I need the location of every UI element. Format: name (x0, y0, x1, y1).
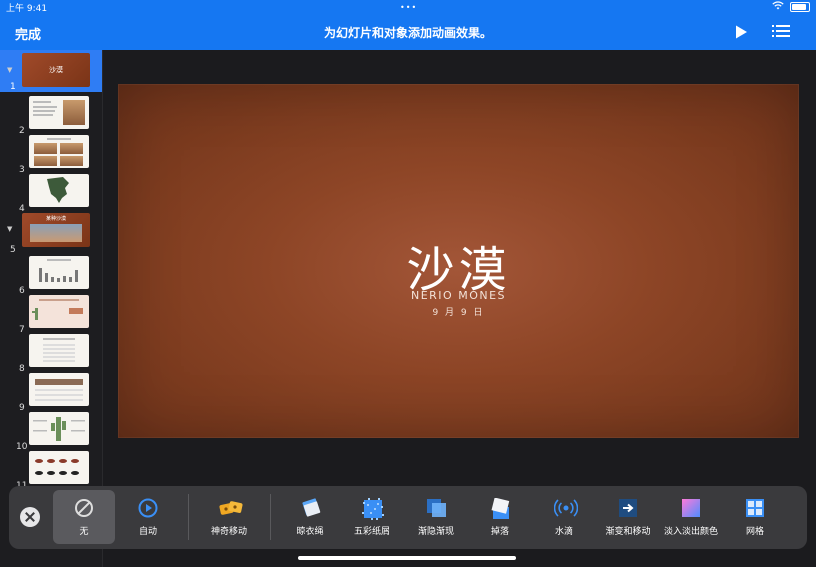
animation-confetti[interactable]: 五彩纸屑 (341, 490, 403, 544)
multitasking-dots[interactable]: ••• (400, 3, 417, 12)
slide-canvas[interactable]: 沙漠 NERIO MONES 9 月 9 日 (118, 84, 799, 438)
animation-grid[interactable]: 网格 (724, 490, 786, 544)
thumbnail-image (29, 256, 89, 289)
thumbnail-image (29, 96, 89, 129)
status-time: 上午 9:41 (6, 4, 48, 14)
thumbnail-image (29, 334, 89, 367)
list-icon[interactable] (772, 25, 790, 39)
animation-panel: 无 自动 神奇移动 晾衣绳 五彩纸屑 渐隐渐现 掉落 水滴 渐变和移动 淡入淡出… (9, 486, 807, 549)
animation-fade-color[interactable]: 淡入淡出颜色 (660, 490, 722, 544)
thumbnail-image (29, 373, 89, 406)
slide-thumbnail-3[interactable]: 3 (0, 135, 102, 175)
slide-thumbnail-5[interactable]: ▼ 某种沙漠 5 (0, 213, 102, 255)
animation-dissolve[interactable]: 渐隐渐现 (405, 490, 467, 544)
thumbnail-image (29, 135, 89, 168)
slide-thumbnail-10[interactable]: 10 (0, 412, 102, 452)
slide-thumbnail-7[interactable]: 7 (0, 295, 102, 335)
animation-auto[interactable]: 自动 (117, 490, 179, 544)
slide-thumbnail-8[interactable]: 8 (0, 334, 102, 374)
thumbnail-image (29, 451, 89, 484)
thumbnail-image (29, 295, 89, 328)
confetti-icon (362, 498, 384, 520)
slide-thumbnail-4[interactable]: 4 (0, 174, 102, 214)
auto-play-icon (138, 498, 158, 518)
thumbnail-image (29, 412, 89, 445)
clothesline-icon (300, 498, 321, 518)
thumbnail-image (29, 174, 89, 207)
none-icon (74, 498, 94, 518)
slide-thumbnail-11[interactable]: 11 (0, 451, 102, 491)
grid-icon (745, 498, 765, 518)
fade-move-icon (618, 498, 638, 518)
slide-subtitle[interactable]: NERIO MONES (118, 289, 799, 302)
top-toolbar: 上午 9:41 ••• 完成 为幻灯片和对象添加动画效果。 (0, 0, 816, 50)
slide-thumbnail-2[interactable]: 2 (0, 96, 102, 136)
drop-icon (490, 497, 510, 519)
home-indicator[interactable] (298, 556, 516, 560)
fade-color-icon (681, 498, 701, 518)
close-icon[interactable] (20, 507, 40, 527)
thumbnail-image: 某种沙漠 (22, 213, 90, 247)
battery-icon (790, 2, 810, 12)
droplet-icon (553, 498, 579, 518)
animation-droplet[interactable]: 水滴 (533, 490, 595, 544)
slide-date[interactable]: 9 月 9 日 (118, 305, 799, 318)
status-icons (772, 1, 810, 13)
slide-thumbnail-1[interactable]: ▼ 沙漠 1 (0, 50, 102, 92)
disclosure-triangle-icon[interactable]: ▼ (7, 66, 12, 74)
magic-move-icon (219, 498, 243, 518)
divider (270, 494, 271, 540)
animation-fade-move[interactable]: 渐变和移动 (597, 490, 659, 544)
animation-drop[interactable]: 掉落 (469, 490, 531, 544)
thumbnail-image: 沙漠 (22, 53, 90, 87)
play-icon[interactable] (733, 24, 749, 40)
wifi-icon (772, 1, 784, 13)
divider (188, 494, 189, 540)
dissolve-icon (426, 498, 446, 518)
animation-clothesline[interactable]: 晾衣绳 (279, 490, 341, 544)
disclosure-triangle-icon[interactable]: ▼ (7, 225, 12, 233)
animation-none[interactable]: 无 (53, 490, 115, 544)
slide-thumbnail-6[interactable]: 6 (0, 256, 102, 296)
slide-thumbnail-9[interactable]: 9 (0, 373, 102, 413)
toolbar-title: 为幻灯片和对象添加动画效果。 (323, 26, 492, 40)
animation-magic-move[interactable]: 神奇移动 (198, 490, 260, 544)
